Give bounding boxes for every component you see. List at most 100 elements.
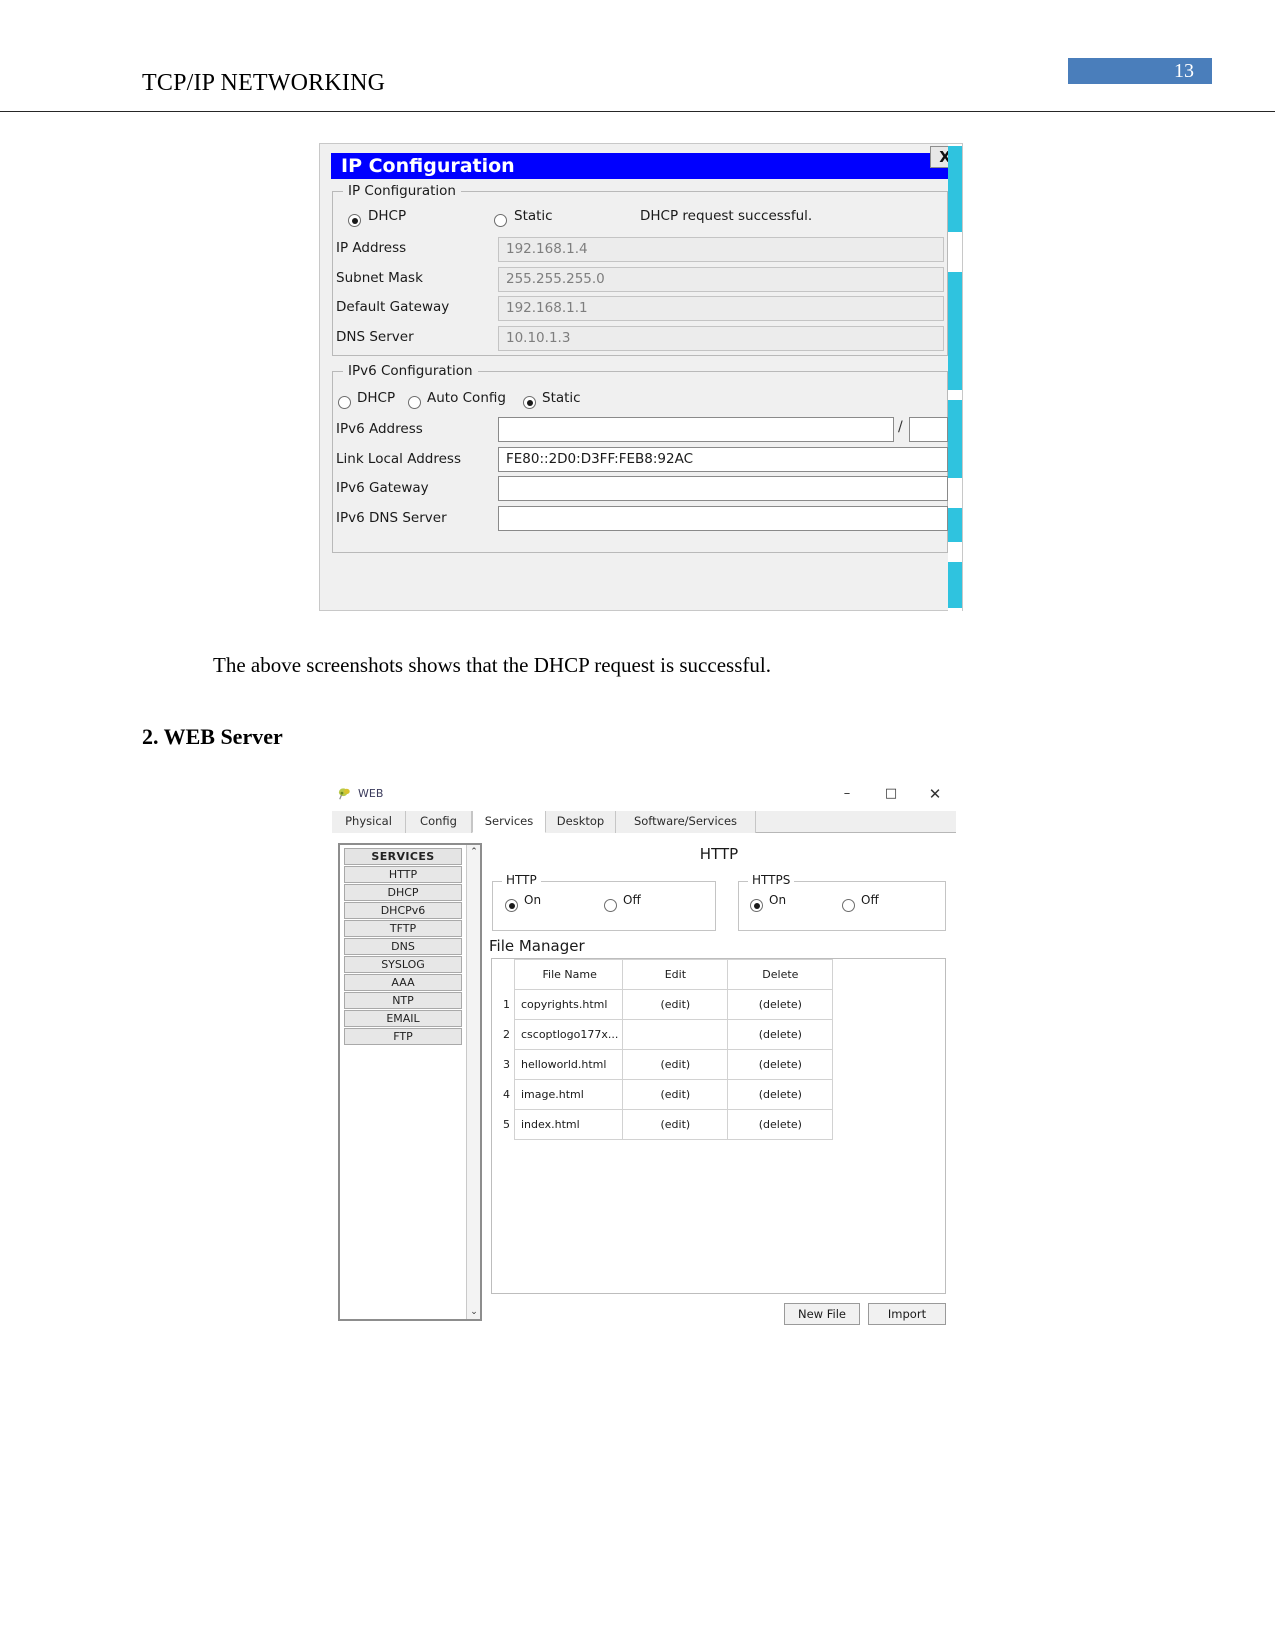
document-header: TCP/IP NETWORKING 13 <box>0 0 1275 112</box>
radio-dhcp-ipv6[interactable] <box>338 396 351 409</box>
radio-static-ipv6[interactable] <box>523 396 536 409</box>
server-icon <box>338 788 350 800</box>
file-manager-table: File Name Edit Delete 1 copyrights.html … <box>492 959 834 1140</box>
cell-delete-link[interactable]: (delete) <box>727 989 834 1020</box>
radio-dhcp-ipv4[interactable] <box>348 214 361 227</box>
radio-dhcp-ipv6-label: DHCP <box>357 390 396 406</box>
tab-desktop[interactable]: Desktop <box>546 811 616 833</box>
sidebar-item-dns[interactable]: DNS <box>344 938 462 955</box>
label-ip-address: IP Address <box>336 240 407 256</box>
cell-file-name: image.html <box>513 1079 624 1110</box>
radio-https-off[interactable] <box>842 899 855 912</box>
radio-auto-config-ipv6-label: Auto Config <box>427 390 506 406</box>
row-index: 2 <box>503 1028 510 1041</box>
label-default-gateway: Default Gateway <box>336 299 450 315</box>
cell-file-name: index.html <box>513 1109 624 1140</box>
row-index: 1 <box>503 998 510 1011</box>
ip-configuration-window: IP Configuration X IP Configuration DHCP… <box>319 143 963 612</box>
radio-http-off-label: Off <box>623 893 641 907</box>
tab-config[interactable]: Config <box>406 811 472 833</box>
maximize-icon[interactable]: □ <box>878 785 904 803</box>
cell-edit-link[interactable]: (edit) <box>622 1079 729 1110</box>
input-ipv6-prefix-length[interactable] <box>909 417 948 442</box>
ip-configuration-title: IP Configuration <box>341 155 515 177</box>
sidebar-item-tftp[interactable]: TFTP <box>344 920 462 937</box>
sidebar-item-ntp[interactable]: NTP <box>344 992 462 1009</box>
web-window-body: SERVICES HTTP DHCP DHCPv6 TFTP DNS SYSLO… <box>332 833 956 1332</box>
screenshot-edge-strip <box>948 144 962 612</box>
cell-delete-link[interactable]: (delete) <box>727 1019 834 1050</box>
table-header-row: File Name Edit Delete <box>492 959 834 990</box>
radio-http-off[interactable] <box>604 899 617 912</box>
chevron-up-icon[interactable]: ⌃ <box>467 845 481 859</box>
cell-delete-link[interactable]: (delete) <box>727 1079 834 1110</box>
cell-edit-link[interactable]: (edit) <box>622 1049 729 1080</box>
tab-physical[interactable]: Physical <box>332 811 406 833</box>
input-dns-server[interactable]: 10.10.1.3 <box>498 326 944 351</box>
pane-title: HTTP <box>699 845 739 863</box>
ipv4-group-legend: IP Configuration <box>343 183 461 199</box>
dhcp-status-message: DHCP request successful. <box>640 208 813 224</box>
services-panel: SERVICES HTTP DHCP DHCPv6 TFTP DNS SYSLO… <box>338 843 482 1321</box>
prefix-separator: / <box>898 419 903 435</box>
close-icon[interactable]: ✕ <box>922 785 948 803</box>
cell-file-name: copyrights.html <box>513 989 624 1020</box>
page-number-badge: 13 <box>1068 58 1212 84</box>
cell-delete-link[interactable]: (delete) <box>727 1109 834 1140</box>
input-ipv6-address[interactable] <box>498 417 894 442</box>
sidebar-item-syslog[interactable]: SYSLOG <box>344 956 462 973</box>
cell-delete-link[interactable]: (delete) <box>727 1049 834 1080</box>
input-subnet-mask[interactable]: 255.255.255.0 <box>498 267 944 292</box>
services-panel-header: SERVICES <box>344 848 462 865</box>
web-window-titlebar: WEB – □ ✕ <box>332 778 956 810</box>
input-ipv6-gateway[interactable] <box>498 476 948 501</box>
sidebar-item-email[interactable]: EMAIL <box>344 1010 462 1027</box>
column-edit: Edit <box>622 959 729 990</box>
table-row: 3 helloworld.html (edit) (delete) <box>492 1049 834 1080</box>
file-manager-title: File Manager <box>489 937 585 955</box>
figure-caption: The above screenshots shows that the DHC… <box>213 653 771 677</box>
cell-edit-link[interactable]: (edit) <box>622 989 729 1020</box>
cell-edit-link[interactable]: (edit) <box>622 1109 729 1140</box>
sidebar-item-dhcp[interactable]: DHCP <box>344 884 462 901</box>
sidebar-item-aaa[interactable]: AAA <box>344 974 462 991</box>
radio-auto-config-ipv6[interactable] <box>408 396 421 409</box>
row-index: 3 <box>503 1058 510 1071</box>
sidebar-item-dhcpv6[interactable]: DHCPv6 <box>344 902 462 919</box>
web-server-window: WEB – □ ✕ Physical Config Services Deskt… <box>332 778 956 1332</box>
running-head: TCP/IP NETWORKING <box>142 70 386 96</box>
services-scrollbar[interactable]: ⌃ ⌄ <box>466 845 480 1319</box>
cell-edit-link[interactable] <box>622 1019 729 1050</box>
sidebar-item-ftp[interactable]: FTP <box>344 1028 462 1045</box>
cell-file-name: cscoptlogo177x... <box>513 1019 624 1050</box>
page-number: 13 <box>1174 60 1194 82</box>
row-index: 4 <box>503 1088 510 1101</box>
web-tab-bar: Physical Config Services Desktop Softwar… <box>332 811 956 833</box>
input-default-gateway[interactable]: 192.168.1.1 <box>498 296 944 321</box>
tab-software-services[interactable]: Software/Services <box>616 811 756 833</box>
radio-https-on[interactable] <box>750 899 763 912</box>
input-ipv6-dns-server[interactable] <box>498 506 948 531</box>
section-heading: 2. WEB Server <box>142 724 283 749</box>
radio-static-ipv4[interactable] <box>494 214 507 227</box>
input-ip-address[interactable]: 192.168.1.4 <box>498 237 944 262</box>
tab-services[interactable]: Services <box>472 811 546 833</box>
radio-http-on[interactable] <box>505 899 518 912</box>
chevron-down-icon[interactable]: ⌄ <box>467 1305 481 1319</box>
label-ipv6-gateway: IPv6 Gateway <box>336 480 429 496</box>
radio-https-off-label: Off <box>861 893 879 907</box>
https-group-legend: HTTPS <box>748 873 795 887</box>
new-file-button[interactable]: New File <box>784 1303 860 1325</box>
table-row: 1 copyrights.html (edit) (delete) <box>492 989 834 1020</box>
radio-https-on-label: On <box>769 893 787 907</box>
column-delete: Delete <box>727 959 834 990</box>
column-file-name: File Name <box>513 959 624 990</box>
sidebar-item-http[interactable]: HTTP <box>344 866 462 883</box>
import-button[interactable]: Import <box>868 1303 946 1325</box>
ipv6-group-legend: IPv6 Configuration <box>343 363 478 379</box>
label-dns-server: DNS Server <box>336 329 414 345</box>
input-link-local-address[interactable]: FE80::2D0:D3FF:FEB8:92AC <box>498 447 948 472</box>
minimize-icon[interactable]: – <box>834 785 860 803</box>
radio-http-on-label: On <box>524 893 542 907</box>
cell-file-name: helloworld.html <box>513 1049 624 1080</box>
